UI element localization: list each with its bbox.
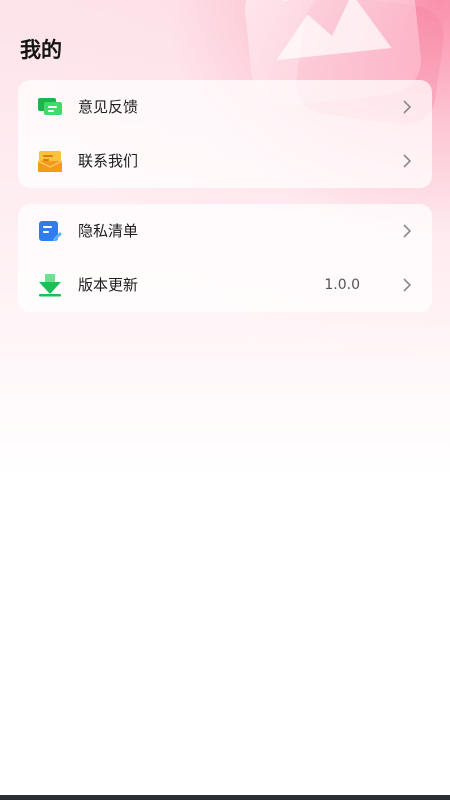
download-update-icon (38, 273, 62, 297)
contact-icon (37, 149, 63, 173)
menu-item-label: 隐私清单 (78, 222, 139, 240)
chevron-right-icon (400, 223, 414, 239)
chevron-right-icon (400, 153, 414, 169)
chevron-right-icon (400, 277, 414, 293)
menu-item-label: 联系我们 (78, 152, 139, 170)
feedback-icon (38, 95, 62, 119)
system-navigation-bar (0, 795, 450, 800)
menu-card-support: 意见反馈 联系我们 (18, 80, 432, 188)
menu-item-contact-us[interactable]: 联系我们 (18, 134, 432, 188)
menu-card-app-info: 隐私清单 版本更新 1.0.0 (18, 204, 432, 312)
menu-item-label: 意见反馈 (78, 98, 139, 116)
chevron-right-icon (400, 99, 414, 115)
menu-item-feedback[interactable]: 意见反馈 (18, 80, 432, 134)
menu-item-label: 版本更新 (78, 276, 139, 294)
menu-item-privacy-list[interactable]: 隐私清单 (18, 204, 432, 258)
page-title: 我的 (20, 38, 62, 62)
privacy-list-icon (38, 219, 62, 243)
menu-item-version-update[interactable]: 版本更新 1.0.0 (18, 258, 432, 312)
version-number: 1.0.0 (324, 277, 360, 293)
